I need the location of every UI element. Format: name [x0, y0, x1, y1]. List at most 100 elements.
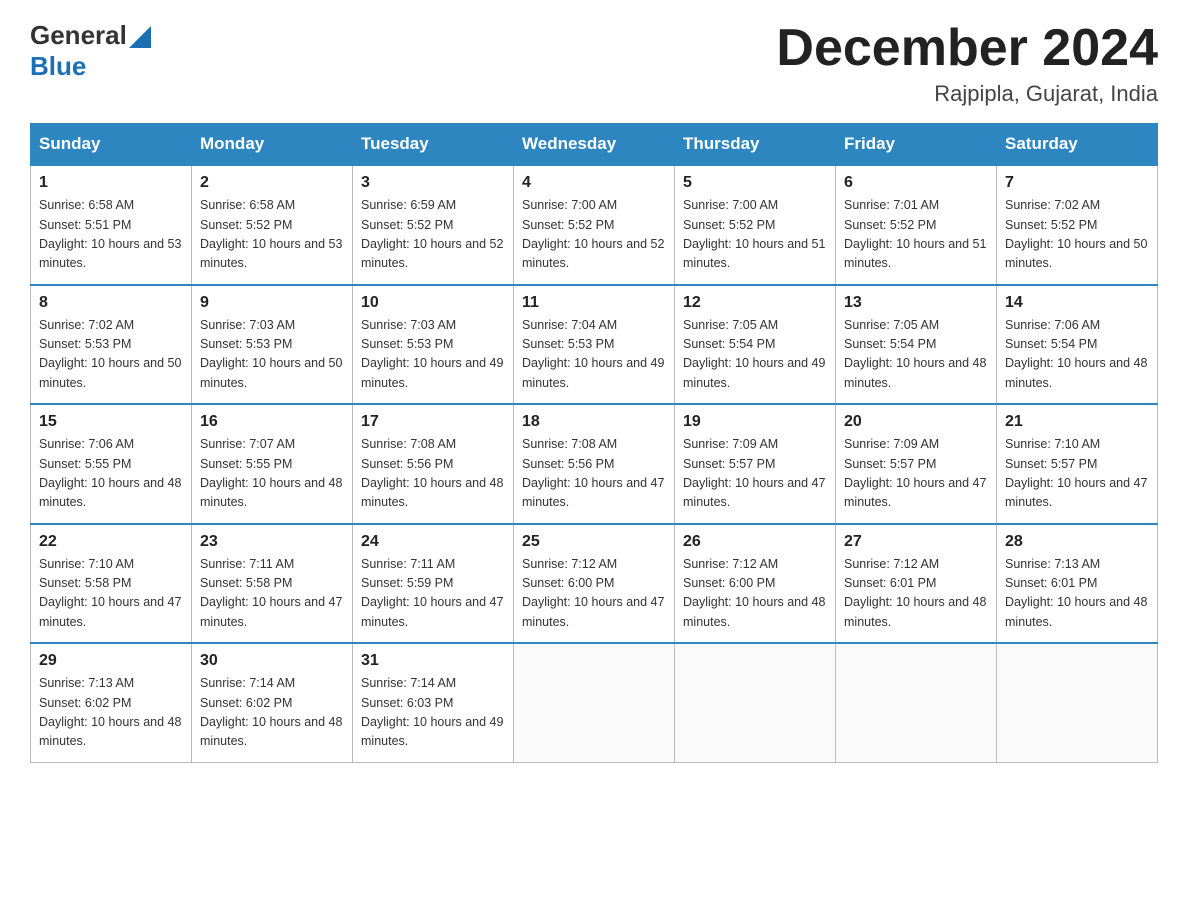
calendar-day-cell: 4 Sunrise: 7:00 AM Sunset: 5:52 PM Daylig… [514, 165, 675, 285]
day-info: Sunrise: 7:02 AM Sunset: 5:52 PM Dayligh… [1005, 196, 1149, 274]
calendar-day-header: Thursday [675, 124, 836, 166]
day-number: 3 [361, 174, 505, 192]
day-number: 23 [200, 533, 344, 551]
day-number: 4 [522, 174, 666, 192]
calendar-day-cell: 10 Sunrise: 7:03 AM Sunset: 5:53 PM Dayli… [353, 285, 514, 405]
calendar-day-cell: 15 Sunrise: 7:06 AM Sunset: 5:55 PM Dayli… [31, 404, 192, 524]
location-title: Rajpipla, Gujarat, India [776, 81, 1158, 107]
calendar-day-cell: 21 Sunrise: 7:10 AM Sunset: 5:57 PM Dayli… [997, 404, 1158, 524]
calendar-day-header: Tuesday [353, 124, 514, 166]
day-info: Sunrise: 7:09 AM Sunset: 5:57 PM Dayligh… [844, 435, 988, 513]
calendar-day-cell: 16 Sunrise: 7:07 AM Sunset: 5:55 PM Dayli… [192, 404, 353, 524]
calendar-table: SundayMondayTuesdayWednesdayThursdayFrid… [30, 123, 1158, 763]
day-number: 9 [200, 294, 344, 312]
calendar-day-cell: 12 Sunrise: 7:05 AM Sunset: 5:54 PM Dayli… [675, 285, 836, 405]
day-info: Sunrise: 7:11 AM Sunset: 5:59 PM Dayligh… [361, 555, 505, 633]
calendar-day-header: Monday [192, 124, 353, 166]
calendar-week-row: 15 Sunrise: 7:06 AM Sunset: 5:55 PM Dayli… [31, 404, 1158, 524]
calendar-week-row: 22Sunrise: 7:10 AM Sunset: 5:58 PM Dayli… [31, 524, 1158, 644]
calendar-week-row: 29 Sunrise: 7:13 AM Sunset: 6:02 PM Dayli… [31, 643, 1158, 762]
logo-general-text: General [30, 20, 127, 51]
day-info: Sunrise: 7:05 AM Sunset: 5:54 PM Dayligh… [683, 316, 827, 394]
calendar-day-cell: 24 Sunrise: 7:11 AM Sunset: 5:59 PM Dayli… [353, 524, 514, 644]
calendar-day-cell: 17Sunrise: 7:08 AM Sunset: 5:56 PM Dayli… [353, 404, 514, 524]
calendar-day-cell: 14Sunrise: 7:06 AM Sunset: 5:54 PM Dayli… [997, 285, 1158, 405]
calendar-day-cell: 18 Sunrise: 7:08 AM Sunset: 5:56 PM Dayli… [514, 404, 675, 524]
day-number: 20 [844, 413, 988, 431]
calendar-day-cell [836, 643, 997, 762]
day-info: Sunrise: 7:03 AM Sunset: 5:53 PM Dayligh… [361, 316, 505, 394]
day-info: Sunrise: 7:12 AM Sunset: 6:00 PM Dayligh… [522, 555, 666, 633]
day-number: 19 [683, 413, 827, 431]
day-number: 31 [361, 652, 505, 670]
calendar-day-cell [675, 643, 836, 762]
day-number: 11 [522, 294, 666, 312]
calendar-day-cell: 3 Sunrise: 6:59 AM Sunset: 5:52 PM Daylig… [353, 165, 514, 285]
calendar-day-cell: 9 Sunrise: 7:03 AM Sunset: 5:53 PM Daylig… [192, 285, 353, 405]
day-number: 30 [200, 652, 344, 670]
day-info: Sunrise: 7:14 AM Sunset: 6:02 PM Dayligh… [200, 674, 344, 752]
calendar-day-header: Friday [836, 124, 997, 166]
day-info: Sunrise: 7:01 AM Sunset: 5:52 PM Dayligh… [844, 196, 988, 274]
day-info: Sunrise: 7:14 AM Sunset: 6:03 PM Dayligh… [361, 674, 505, 752]
day-number: 2 [200, 174, 344, 192]
day-info: Sunrise: 7:08 AM Sunset: 5:56 PM Dayligh… [361, 435, 505, 513]
calendar-day-header: Wednesday [514, 124, 675, 166]
calendar-day-cell: 1 Sunrise: 6:58 AM Sunset: 5:51 PM Daylig… [31, 165, 192, 285]
day-info: Sunrise: 7:09 AM Sunset: 5:57 PM Dayligh… [683, 435, 827, 513]
calendar-day-cell: 8Sunrise: 7:02 AM Sunset: 5:53 PM Daylig… [31, 285, 192, 405]
calendar-day-cell [514, 643, 675, 762]
day-info: Sunrise: 7:06 AM Sunset: 5:55 PM Dayligh… [39, 435, 183, 513]
day-number: 15 [39, 413, 183, 431]
day-number: 21 [1005, 413, 1149, 431]
title-section: December 2024 Rajpipla, Gujarat, India [776, 20, 1158, 107]
calendar-week-row: 1 Sunrise: 6:58 AM Sunset: 5:51 PM Daylig… [31, 165, 1158, 285]
calendar-day-header: Sunday [31, 124, 192, 166]
calendar-day-cell: 26 Sunrise: 7:12 AM Sunset: 6:00 PM Dayli… [675, 524, 836, 644]
day-info: Sunrise: 6:58 AM Sunset: 5:52 PM Dayligh… [200, 196, 344, 274]
day-info: Sunrise: 7:12 AM Sunset: 6:00 PM Dayligh… [683, 555, 827, 633]
day-number: 12 [683, 294, 827, 312]
calendar-day-cell: 23 Sunrise: 7:11 AM Sunset: 5:58 PM Dayli… [192, 524, 353, 644]
calendar-day-cell: 7Sunrise: 7:02 AM Sunset: 5:52 PM Daylig… [997, 165, 1158, 285]
day-info: Sunrise: 7:04 AM Sunset: 5:53 PM Dayligh… [522, 316, 666, 394]
day-info: Sunrise: 7:03 AM Sunset: 5:53 PM Dayligh… [200, 316, 344, 394]
day-number: 13 [844, 294, 988, 312]
calendar-day-header: Saturday [997, 124, 1158, 166]
calendar-day-cell [997, 643, 1158, 762]
day-number: 6 [844, 174, 988, 192]
day-info: Sunrise: 6:59 AM Sunset: 5:52 PM Dayligh… [361, 196, 505, 274]
day-number: 29 [39, 652, 183, 670]
day-number: 1 [39, 174, 183, 192]
day-info: Sunrise: 7:11 AM Sunset: 5:58 PM Dayligh… [200, 555, 344, 633]
calendar-day-cell: 22Sunrise: 7:10 AM Sunset: 5:58 PM Dayli… [31, 524, 192, 644]
day-info: Sunrise: 7:08 AM Sunset: 5:56 PM Dayligh… [522, 435, 666, 513]
day-info: Sunrise: 7:10 AM Sunset: 5:57 PM Dayligh… [1005, 435, 1149, 513]
calendar-day-cell: 2 Sunrise: 6:58 AM Sunset: 5:52 PM Daylig… [192, 165, 353, 285]
day-number: 8 [39, 294, 183, 312]
calendar-day-cell: 25Sunrise: 7:12 AM Sunset: 6:00 PM Dayli… [514, 524, 675, 644]
logo: General Blue [30, 20, 151, 82]
calendar-week-row: 8Sunrise: 7:02 AM Sunset: 5:53 PM Daylig… [31, 285, 1158, 405]
month-title: December 2024 [776, 20, 1158, 77]
calendar-day-cell: 20 Sunrise: 7:09 AM Sunset: 5:57 PM Dayli… [836, 404, 997, 524]
day-info: Sunrise: 7:13 AM Sunset: 6:02 PM Dayligh… [39, 674, 183, 752]
calendar-header-row: SundayMondayTuesdayWednesdayThursdayFrid… [31, 124, 1158, 166]
day-number: 18 [522, 413, 666, 431]
logo-triangle-icon [129, 26, 151, 48]
day-number: 22 [39, 533, 183, 551]
calendar-day-cell: 30 Sunrise: 7:14 AM Sunset: 6:02 PM Dayli… [192, 643, 353, 762]
day-number: 26 [683, 533, 827, 551]
day-number: 10 [361, 294, 505, 312]
calendar-day-cell: 6 Sunrise: 7:01 AM Sunset: 5:52 PM Daylig… [836, 165, 997, 285]
day-info: Sunrise: 7:00 AM Sunset: 5:52 PM Dayligh… [522, 196, 666, 274]
day-info: Sunrise: 7:05 AM Sunset: 5:54 PM Dayligh… [844, 316, 988, 394]
page-header: General Blue December 2024 Rajpipla, Guj… [30, 20, 1158, 107]
day-number: 16 [200, 413, 344, 431]
day-number: 24 [361, 533, 505, 551]
day-info: Sunrise: 7:07 AM Sunset: 5:55 PM Dayligh… [200, 435, 344, 513]
calendar-day-cell: 29 Sunrise: 7:13 AM Sunset: 6:02 PM Dayli… [31, 643, 192, 762]
calendar-day-cell: 27Sunrise: 7:12 AM Sunset: 6:01 PM Dayli… [836, 524, 997, 644]
day-info: Sunrise: 6:58 AM Sunset: 5:51 PM Dayligh… [39, 196, 183, 274]
day-info: Sunrise: 7:06 AM Sunset: 5:54 PM Dayligh… [1005, 316, 1149, 394]
